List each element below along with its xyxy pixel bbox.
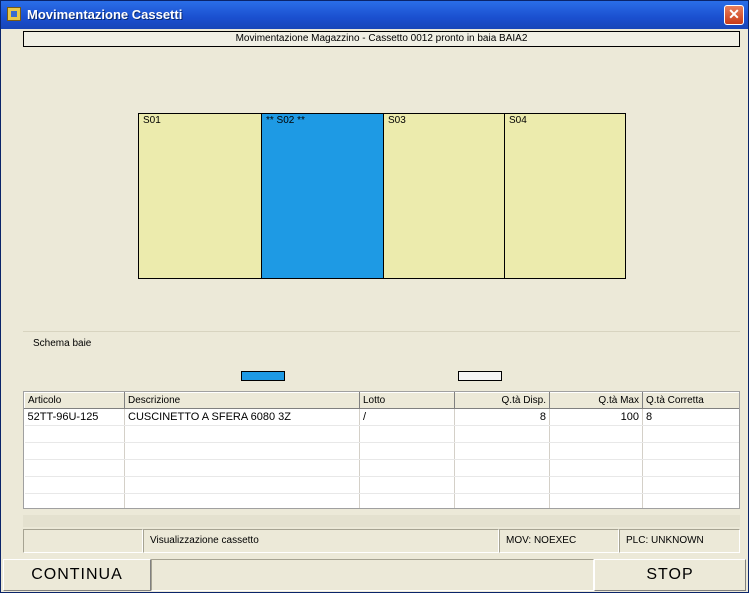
bay-s04[interactable]: S04 xyxy=(504,113,626,279)
plc-status: PLC: UNKNOWN xyxy=(619,529,740,553)
items-grid[interactable]: Articolo Descrizione Lotto Q.tà Disp. Q.… xyxy=(23,391,740,509)
table-row xyxy=(24,493,739,508)
legend-title: Schema baie xyxy=(33,338,92,349)
column-header[interactable]: Articolo xyxy=(24,392,125,409)
status-bar: Visualizzazione cassetto MOV: NOEXEC PLC… xyxy=(23,515,740,555)
bay-label: S01 xyxy=(143,115,161,126)
items-table: Articolo Descrizione Lotto Q.tà Disp. Q.… xyxy=(24,392,739,508)
status-header: Movimentazione Magazzino - Cassetto 0012… xyxy=(23,31,740,47)
bay-label: S03 xyxy=(388,115,406,126)
status-cell-empty xyxy=(23,529,143,553)
column-header[interactable]: Q.tà Disp. xyxy=(454,392,550,409)
cell-articolo: 52TT-96U-125 xyxy=(24,408,125,426)
cell-qta-max: 100 xyxy=(549,408,643,426)
cell-qta-corretta: 8 xyxy=(642,408,739,426)
mov-status: MOV: NOEXEC xyxy=(499,529,619,553)
column-header[interactable]: Q.tà Corretta xyxy=(642,392,739,409)
window-title: Movimentazione Cassetti xyxy=(27,7,183,22)
table-row xyxy=(24,476,739,494)
title-bar[interactable]: Movimentazione Cassetti ✕ xyxy=(1,1,748,29)
status-message: Visualizzazione cassetto xyxy=(143,529,499,553)
table-row xyxy=(24,459,739,477)
bay-s02[interactable]: ** S02 ** xyxy=(261,113,384,279)
main-window: Movimentazione Cassetti ✕ Movimentazione… xyxy=(0,0,749,593)
column-header[interactable]: Descrizione xyxy=(124,392,360,409)
column-header[interactable]: Lotto xyxy=(359,392,455,409)
table-row[interactable]: 52TT-96U-125 CUSCINETTO A SFERA 6080 3Z … xyxy=(24,408,739,426)
cell-lotto: / xyxy=(359,408,455,426)
legend-active-swatch xyxy=(241,371,285,381)
legend-free-swatch xyxy=(458,371,502,381)
table-header-row: Articolo Descrizione Lotto Q.tà Disp. Q.… xyxy=(24,392,739,409)
table-row xyxy=(24,442,739,460)
bay-schema: S01 ** S02 ** S03 S04 xyxy=(23,49,740,327)
bay-s03[interactable]: S03 xyxy=(383,113,505,279)
bay-label: ** S02 ** xyxy=(266,115,305,126)
button-bar-spacer xyxy=(151,559,594,591)
app-icon xyxy=(7,7,21,21)
close-button[interactable]: ✕ xyxy=(724,5,744,25)
status-strip xyxy=(23,515,740,527)
stop-button[interactable]: STOP xyxy=(594,559,746,591)
cell-descrizione: CUSCINETTO A SFERA 6080 3Z xyxy=(124,408,360,426)
button-bar: CONTINUA STOP xyxy=(1,557,748,593)
column-header[interactable]: Q.tà Max xyxy=(549,392,643,409)
cell-qta-disp: 8 xyxy=(454,408,550,426)
table-row xyxy=(24,425,739,443)
continue-button[interactable]: CONTINUA xyxy=(3,559,151,591)
bay-label: S04 xyxy=(509,115,527,126)
close-icon: ✕ xyxy=(728,6,740,22)
bay-s01[interactable]: S01 xyxy=(138,113,262,279)
bay-legend: Schema baie xyxy=(23,331,740,390)
